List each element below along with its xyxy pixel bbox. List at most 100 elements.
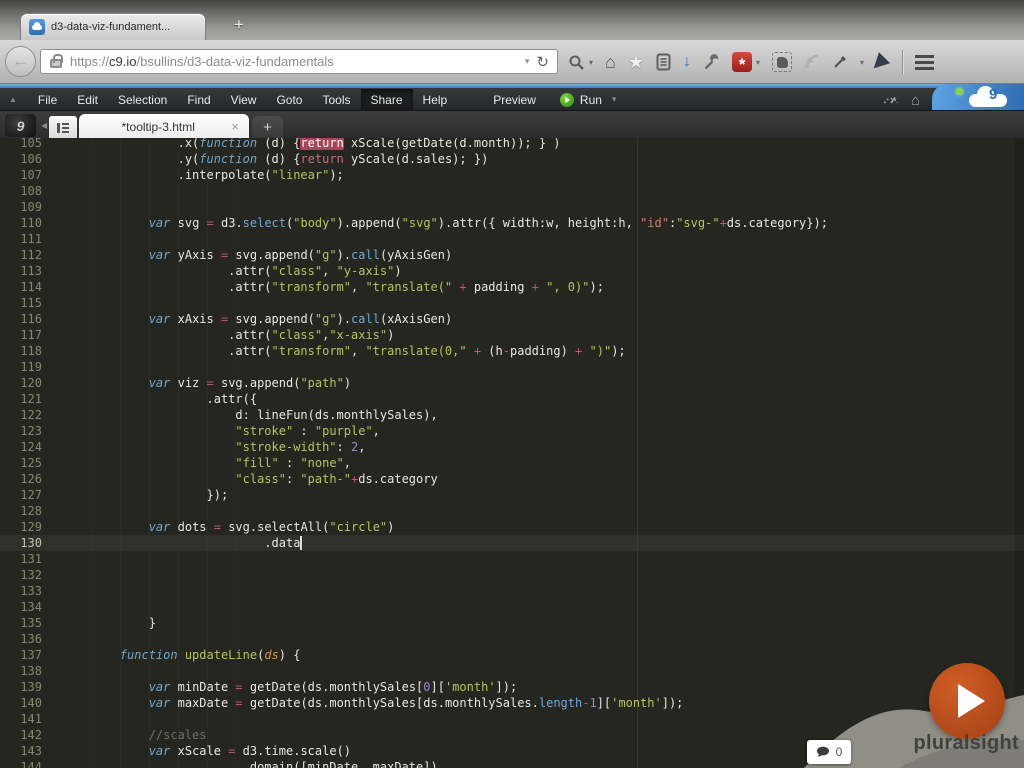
line-number[interactable]: 120 — [0, 375, 42, 391]
line-number[interactable]: 132 — [0, 567, 42, 583]
line-number[interactable]: 134 — [0, 599, 42, 615]
code-line[interactable]: 117 .attr("class","x-axis") — [0, 327, 1024, 343]
line-number[interactable]: 106 — [0, 151, 42, 167]
rss-icon[interactable] — [804, 54, 820, 70]
code-line[interactable]: 115 — [0, 295, 1024, 311]
back-button[interactable]: ← — [5, 46, 36, 77]
line-number[interactable]: 131 — [0, 551, 42, 567]
clipboard-icon[interactable] — [656, 53, 671, 71]
menu-view[interactable]: View — [221, 89, 267, 110]
menu-tools[interactable]: Tools — [312, 89, 360, 110]
code-line[interactable]: 126 "class": "path-"+ds.category — [0, 471, 1024, 487]
eyedropper-icon[interactable] — [832, 54, 848, 70]
line-number[interactable]: 137 — [0, 647, 42, 663]
url-history-caret-icon[interactable]: ▾ — [525, 56, 530, 67]
line-number[interactable]: 116 — [0, 311, 42, 327]
code-line[interactable]: 127 }); — [0, 487, 1024, 503]
run-caret-icon[interactable]: ▾ — [612, 94, 617, 105]
line-number[interactable]: 140 — [0, 695, 42, 711]
navigate-arrow-icon[interactable] — [873, 51, 893, 73]
evernote-icon[interactable] — [772, 52, 793, 72]
code-line[interactable]: 122 d: lineFun(ds.monthlySales), — [0, 407, 1024, 423]
menu-share[interactable]: Share — [360, 89, 413, 110]
line-number[interactable]: 129 — [0, 519, 42, 535]
menu-selection[interactable]: Selection — [108, 89, 177, 110]
tab-scroll-left-icon[interactable]: ◀ — [41, 121, 47, 130]
code-line[interactable]: 132 — [0, 567, 1024, 583]
code-line[interactable]: 130 .data — [0, 535, 1024, 551]
menu-file[interactable]: File — [28, 89, 67, 110]
code-line[interactable]: 110 var svg = d3.select("body").append("… — [0, 215, 1024, 231]
code-line[interactable]: 105 .x(function (d) {return xScale(getDa… — [0, 138, 1024, 151]
menu-find[interactable]: Find — [177, 89, 220, 110]
video-play-button[interactable] — [929, 663, 1005, 739]
line-number[interactable]: 108 — [0, 183, 42, 199]
code-line[interactable]: 111 — [0, 231, 1024, 247]
run-button[interactable]: Run — [559, 92, 602, 107]
browser-tab[interactable]: d3-data-viz-fundament... — [20, 13, 206, 40]
collapse-menubar-icon[interactable]: ▲ — [9, 95, 17, 104]
code-line[interactable]: 124 "stroke-width": 2, — [0, 439, 1024, 455]
code-line[interactable]: 129 var dots = svg.selectAll("circle") — [0, 519, 1024, 535]
code-line[interactable]: 109 — [0, 199, 1024, 215]
comments-button[interactable]: 0 — [807, 740, 851, 764]
new-tab-button[interactable]: + — [234, 15, 244, 35]
lastpass-icon[interactable]: * — [732, 52, 753, 73]
line-number[interactable]: 111 — [0, 231, 42, 247]
wrench-icon[interactable] — [703, 53, 720, 71]
code-line[interactable]: 134 — [0, 599, 1024, 615]
downloads-icon[interactable]: ↓ — [683, 53, 691, 71]
code-line[interactable]: 108 — [0, 183, 1024, 199]
tab-list-button[interactable] — [49, 116, 77, 139]
menu-goto[interactable]: Goto — [266, 89, 312, 110]
line-number[interactable]: 118 — [0, 343, 42, 359]
code-line[interactable]: 133 — [0, 583, 1024, 599]
line-number[interactable]: 135 — [0, 615, 42, 631]
cloud9-mark[interactable]: 9 — [5, 114, 36, 137]
code-line[interactable]: 118 .attr("transform", "translate(0," + … — [0, 343, 1024, 359]
line-number[interactable]: 121 — [0, 391, 42, 407]
line-number[interactable]: 112 — [0, 247, 42, 263]
addon-caret-icon[interactable]: ▾ — [860, 58, 864, 67]
hamburger-menu-icon[interactable] — [915, 54, 935, 58]
line-number[interactable]: 128 — [0, 503, 42, 519]
code-line[interactable]: 135 } — [0, 615, 1024, 631]
code-line[interactable]: 136 — [0, 631, 1024, 647]
bookmark-star-icon[interactable]: ★ — [628, 52, 644, 73]
home-icon[interactable]: ⌂ — [605, 52, 616, 73]
menu-edit[interactable]: Edit — [67, 89, 108, 110]
line-number[interactable]: 110 — [0, 215, 42, 231]
editor-tab[interactable]: *tooltip-3.html × — [79, 114, 249, 139]
dashboard-home-icon[interactable]: ⌂ — [911, 92, 920, 109]
code-line[interactable]: 120 var viz = svg.append("path") — [0, 375, 1024, 391]
search-caret-icon[interactable]: ▾ — [589, 58, 593, 67]
reload-icon[interactable]: ↻ — [536, 53, 549, 71]
line-number[interactable]: 127 — [0, 487, 42, 503]
code-line[interactable]: 128 — [0, 503, 1024, 519]
code-line[interactable]: 121 .attr({ — [0, 391, 1024, 407]
code-line[interactable]: 131 — [0, 551, 1024, 567]
code-line[interactable]: 125 "fill" : "none", — [0, 455, 1024, 471]
line-number[interactable]: 126 — [0, 471, 42, 487]
line-number[interactable]: 119 — [0, 359, 42, 375]
line-number[interactable]: 115 — [0, 295, 42, 311]
line-number[interactable]: 123 — [0, 423, 42, 439]
code-line[interactable]: 107 .interpolate("linear"); — [0, 167, 1024, 183]
line-number[interactable]: 142 — [0, 727, 42, 743]
code-line[interactable]: 106 .y(function (d) {return yScale(d.sal… — [0, 151, 1024, 167]
line-number[interactable]: 125 — [0, 455, 42, 471]
close-tab-icon[interactable]: × — [231, 119, 239, 134]
line-number[interactable]: 117 — [0, 327, 42, 343]
line-number[interactable]: 113 — [0, 263, 42, 279]
line-number[interactable]: 143 — [0, 743, 42, 759]
line-number[interactable]: 136 — [0, 631, 42, 647]
code-line[interactable]: 116 var xAxis = svg.append("g").call(xAx… — [0, 311, 1024, 327]
line-number[interactable]: 139 — [0, 679, 42, 695]
line-number[interactable]: 124 — [0, 439, 42, 455]
line-number[interactable]: 141 — [0, 711, 42, 727]
lastpass-caret-icon[interactable]: ▾ — [756, 58, 760, 67]
line-number[interactable]: 133 — [0, 583, 42, 599]
line-number[interactable]: 122 — [0, 407, 42, 423]
line-number[interactable]: 109 — [0, 199, 42, 215]
code-line[interactable]: 119 — [0, 359, 1024, 375]
